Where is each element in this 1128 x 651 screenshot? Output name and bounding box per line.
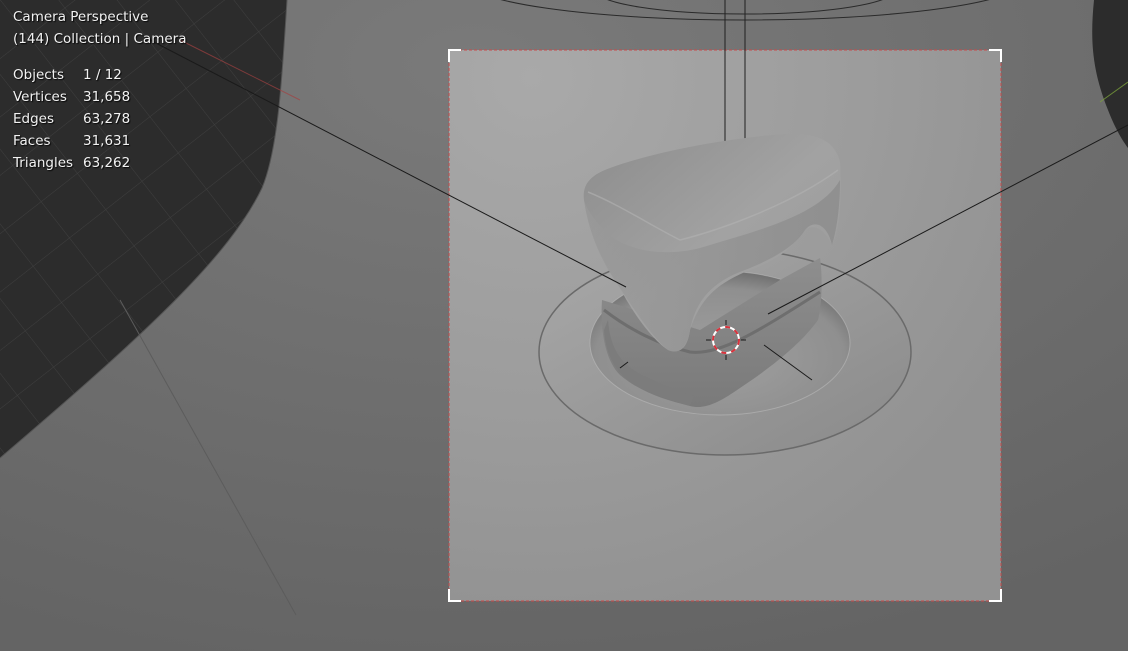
viewport-scene[interactable] bbox=[0, 0, 1128, 651]
3d-viewport[interactable]: Camera Perspective (144) Collection | Ca… bbox=[0, 0, 1128, 651]
